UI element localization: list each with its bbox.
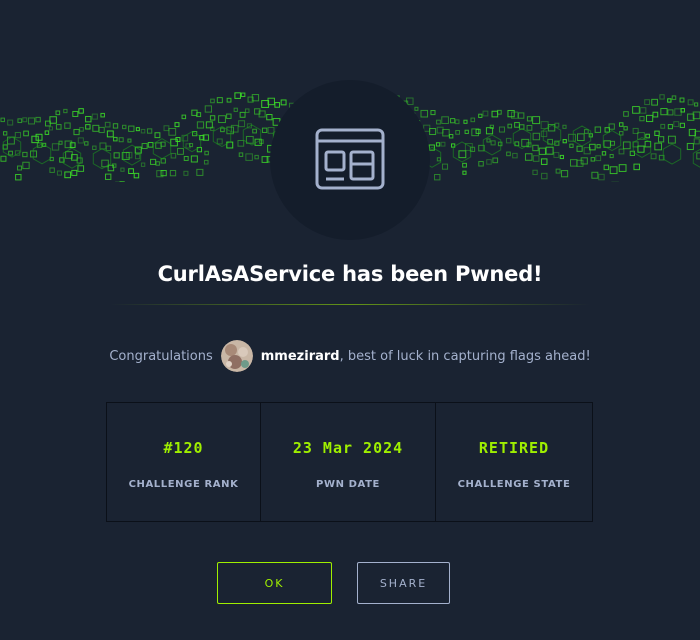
- share-button[interactable]: SHARE: [357, 562, 450, 604]
- username[interactable]: mmezirard: [261, 349, 340, 364]
- stat-value: RETIRED: [478, 439, 550, 457]
- stat-challenge-rank: #120 CHALLENGE RANK: [107, 403, 261, 521]
- congratulations-message: Congratulations mmezirard , best of luck…: [0, 338, 700, 374]
- stat-value: 23 Mar 2024: [292, 439, 404, 457]
- challenge-avatar: [270, 80, 430, 240]
- stat-value: #120: [163, 439, 204, 457]
- page-title: CurlAsAService has been Pwned!: [157, 262, 543, 286]
- ok-button[interactable]: OK: [217, 562, 332, 604]
- stats-panel: #120 CHALLENGE RANK 23 Mar 2024 PWN DATE…: [106, 402, 593, 522]
- user-avatar[interactable]: [220, 340, 253, 372]
- web-browser-icon: [315, 128, 385, 190]
- stat-pwn-date: 23 Mar 2024 PWN DATE: [261, 403, 436, 521]
- stat-label: CHALLENGE STATE: [457, 479, 571, 490]
- stat-label: CHALLENGE RANK: [128, 479, 239, 490]
- congrats-suffix: , best of luck in capturing flags ahead!: [339, 348, 591, 364]
- stat-challenge-state: RETIRED CHALLENGE STATE: [436, 403, 592, 521]
- congrats-prefix: Congratulations: [109, 348, 213, 364]
- title-divider: [110, 304, 590, 305]
- stat-label: PWN DATE: [316, 479, 380, 490]
